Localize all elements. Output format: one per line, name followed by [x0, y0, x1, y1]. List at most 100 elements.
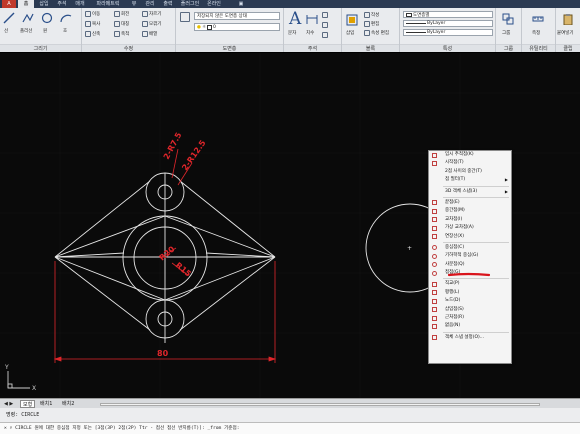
mirror-button[interactable]: 대칭	[114, 21, 129, 27]
submenu-arrow-icon: ▶	[504, 177, 508, 183]
tab-home[interactable]: 홈	[18, 0, 34, 8]
insert-block-icon[interactable]	[346, 14, 358, 26]
menu-item[interactable]: 2점 사이의 중간(T)	[429, 168, 511, 176]
color-value: 도면층별	[413, 12, 430, 18]
arc-tool-icon[interactable]	[60, 12, 72, 24]
measure-icon[interactable]	[532, 13, 544, 25]
tab-model[interactable]: 모형	[20, 400, 36, 408]
utilities-panel-title[interactable]: 유틸리티	[522, 44, 555, 52]
tab-output[interactable]: 출력	[160, 0, 176, 8]
temp-track-icon	[432, 152, 437, 158]
node-icon	[432, 298, 437, 304]
app-menu-button[interactable]: A	[2, 0, 16, 8]
menu-item[interactable]: 점 필터(T) ▶	[429, 176, 511, 184]
group-icon[interactable]	[502, 13, 514, 25]
fillet-icon	[142, 21, 148, 27]
tab-param[interactable]: 매개	[72, 0, 88, 8]
menu-item[interactable]: 중간점(M)	[429, 207, 511, 215]
copy-icon	[85, 21, 91, 27]
layers-panel-title[interactable]: 도면층	[176, 44, 283, 52]
lineweight-value: ByLayer	[427, 21, 446, 26]
lineweight-dropdown[interactable]: ByLayer	[403, 20, 493, 27]
polyline-tool-icon[interactable]	[22, 12, 34, 24]
menu-item[interactable]: 없음(N)	[429, 322, 511, 330]
tab-view[interactable]: 뷰	[128, 0, 140, 8]
dimension-tool-icon[interactable]	[306, 14, 318, 26]
modify-panel-title[interactable]: 수정	[82, 44, 175, 52]
parallel-icon	[432, 290, 437, 296]
edit-block-button[interactable]: 편집	[364, 21, 379, 27]
ribbon: 선 폴리선 원 호 그리기 이동 회전 자르기 복사 대칭 모깎기 신축 축척 …	[0, 8, 580, 52]
clipboard-panel-title[interactable]: 클립	[556, 44, 580, 52]
edit-block-icon	[364, 21, 370, 27]
tab-layout2[interactable]: 배치2	[60, 400, 76, 408]
menu-item[interactable]: 중심점(C)	[429, 244, 511, 252]
stretch-button[interactable]: 신축	[85, 31, 100, 37]
edit-attr-button[interactable]: 속성 편집	[364, 30, 389, 36]
tab-plugins[interactable]: 플러그인	[178, 0, 202, 8]
paste-icon[interactable]	[562, 13, 574, 25]
menu-item[interactable]: 시작점(T)	[429, 159, 511, 167]
polyline-label: 폴리선	[20, 29, 33, 34]
horizontal-scrollbar[interactable]	[100, 403, 540, 406]
edit-block-label: 편집	[371, 22, 380, 27]
block-panel-title[interactable]: 블록	[342, 44, 399, 52]
tab-extra-icon[interactable]: ▣	[236, 0, 246, 8]
create-block-button[interactable]: 작성	[364, 12, 379, 18]
tab-layout1[interactable]: 배치1	[38, 400, 54, 408]
menu-item[interactable]: 3D 객체 스냅(3) ▶	[429, 188, 511, 196]
menu-item[interactable]: 노드(D)	[429, 297, 511, 305]
groups-panel-title[interactable]: 그룹	[496, 44, 521, 52]
menu-item[interactable]: 교차점(I)	[429, 216, 511, 224]
layer-properties-icon	[180, 12, 190, 22]
tab-online[interactable]: 온라인	[204, 0, 224, 8]
array-button[interactable]: 배열	[142, 31, 157, 37]
rotate-button[interactable]: 회전	[114, 11, 129, 17]
fillet-button[interactable]: 모깎기	[142, 21, 161, 27]
trim-button[interactable]: 자르기	[142, 11, 161, 17]
layer-properties-button[interactable]	[180, 12, 190, 22]
menu-item[interactable]: 연장선(X)	[429, 233, 511, 241]
command-prompt-text: CIRCLE 원에 대한 중심점 지정 또는 [3점(3P) 2점(2P) Tt…	[15, 426, 240, 431]
nav-arrows[interactable]: ◀ ▶	[2, 400, 15, 408]
line-tool-icon[interactable]	[3, 12, 15, 24]
text-tool-icon[interactable]: A	[289, 9, 301, 29]
command-line[interactable]: ✕ ⌕ CIRCLE 원에 대한 중심점 지정 또는 [3점(3P) 2점(2P…	[0, 422, 580, 434]
dim-2-r75: 2-R7.5	[162, 131, 184, 161]
menu-item[interactable]: 기하학적 중심(G)	[429, 252, 511, 260]
layer-state-dropdown[interactable]: 저장되지 않은 도면층 상태	[194, 12, 280, 20]
linetype-dropdown[interactable]: ByLayer	[403, 29, 493, 36]
create-block-label: 작성	[371, 13, 380, 18]
menu-item[interactable]: 가상 교차점(A)	[429, 224, 511, 232]
part-geometry	[54, 172, 455, 343]
layer-dropdown[interactable]: ● ☼ 0	[194, 23, 280, 31]
annotation-panel-title[interactable]: 주석	[284, 44, 341, 52]
menu-item[interactable]: 끝점(E)	[429, 199, 511, 207]
menu-separator	[443, 331, 509, 333]
menu-item[interactable]: 사분점(Q)	[429, 261, 511, 269]
color-dropdown[interactable]: 도면층별	[403, 11, 493, 18]
leader-button[interactable]	[322, 22, 328, 28]
move-button[interactable]: 이동	[85, 11, 100, 17]
linear-button[interactable]	[322, 12, 328, 18]
menu-item[interactable]: 직교(P)	[429, 280, 511, 288]
draw-panel-title[interactable]: 그리기	[0, 44, 81, 52]
measure-label: 측정	[532, 31, 541, 36]
menu-item[interactable]: 객체 스냅 설정(O)...	[429, 334, 511, 342]
circle-tool-icon[interactable]	[41, 12, 53, 24]
tab-annotate[interactable]: 주석	[54, 0, 70, 8]
menu-item[interactable]: 임시 추적점(K)	[429, 151, 511, 159]
scale-button[interactable]: 축척	[114, 31, 129, 37]
menu-item-label: 끝점(E)	[445, 199, 460, 205]
leader-icon	[322, 22, 328, 28]
menu-item[interactable]: 삽입점(S)	[429, 306, 511, 314]
tab-parametric[interactable]: 파라메트릭	[90, 0, 126, 8]
menu-item[interactable]: 평행(L)	[429, 289, 511, 297]
tab-insert[interactable]: 삽입	[36, 0, 52, 8]
tab-manage[interactable]: 관리	[142, 0, 158, 8]
menu-item[interactable]: 근처점(R)	[429, 314, 511, 322]
table-button[interactable]	[322, 32, 328, 38]
copy-button[interactable]: 복사	[85, 21, 100, 27]
properties-panel-title[interactable]: 특성	[400, 44, 495, 52]
menu-item-label: 가상 교차점(A)	[445, 225, 474, 231]
